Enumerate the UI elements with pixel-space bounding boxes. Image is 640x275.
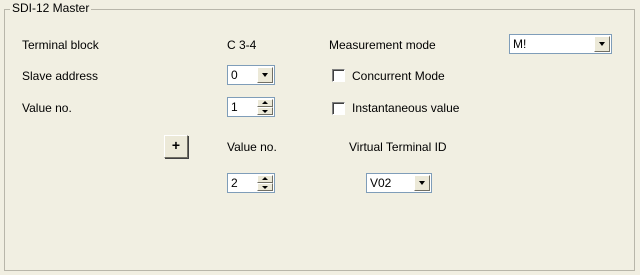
slave-address-label: Slave address: [22, 69, 99, 83]
spin-down-icon: [262, 186, 268, 189]
value-no-value: 1: [231, 100, 238, 114]
measurement-mode-select[interactable]: M!: [509, 34, 612, 54]
terminal-block-label: Terminal block: [22, 38, 99, 52]
spin-down-icon: [262, 110, 268, 113]
measurement-mode-value: M!: [513, 37, 527, 51]
virtual-value-no-value: 2: [231, 176, 238, 190]
value-no-label: Value no.: [22, 101, 72, 115]
value-no-spinbox[interactable]: 1: [227, 97, 275, 117]
concurrent-mode-checkbox[interactable]: [332, 69, 345, 82]
virtual-terminal-id-value: V02: [370, 176, 392, 190]
spin-up-icon: [262, 101, 268, 104]
instantaneous-value-checkbox[interactable]: [332, 102, 345, 115]
chevron-down-icon: [599, 42, 605, 46]
slave-address-select[interactable]: 0: [227, 65, 275, 85]
add-value-button[interactable]: +: [164, 135, 188, 158]
group-title: SDI-12 Master: [10, 1, 92, 15]
terminal-block-value: C 3-4: [227, 38, 257, 52]
instantaneous-value-label: Instantaneous value: [352, 101, 460, 115]
virtual-value-no-spin-up[interactable]: [257, 175, 273, 183]
virtual-value-no-label: Value no.: [227, 140, 277, 154]
slave-address-value: 0: [231, 68, 238, 82]
measurement-mode-dropdown-button[interactable]: [594, 36, 610, 52]
virtual-terminal-id-select[interactable]: V02: [366, 173, 432, 193]
chevron-down-icon: [262, 73, 268, 77]
measurement-mode-label: Measurement mode: [329, 38, 436, 52]
spin-up-icon: [262, 177, 268, 180]
virtual-value-no-spin-down[interactable]: [257, 183, 273, 191]
concurrent-mode-label: Concurrent Mode: [352, 69, 445, 83]
virtual-terminal-id-dropdown-button[interactable]: [414, 175, 430, 191]
virtual-terminal-id-label: Virtual Terminal ID: [349, 140, 447, 154]
chevron-down-icon: [419, 181, 425, 185]
value-no-spin-down[interactable]: [257, 107, 273, 115]
value-no-spin-up[interactable]: [257, 99, 273, 107]
slave-address-dropdown-button[interactable]: [257, 67, 273, 83]
virtual-value-no-spinbox[interactable]: 2: [227, 173, 275, 193]
